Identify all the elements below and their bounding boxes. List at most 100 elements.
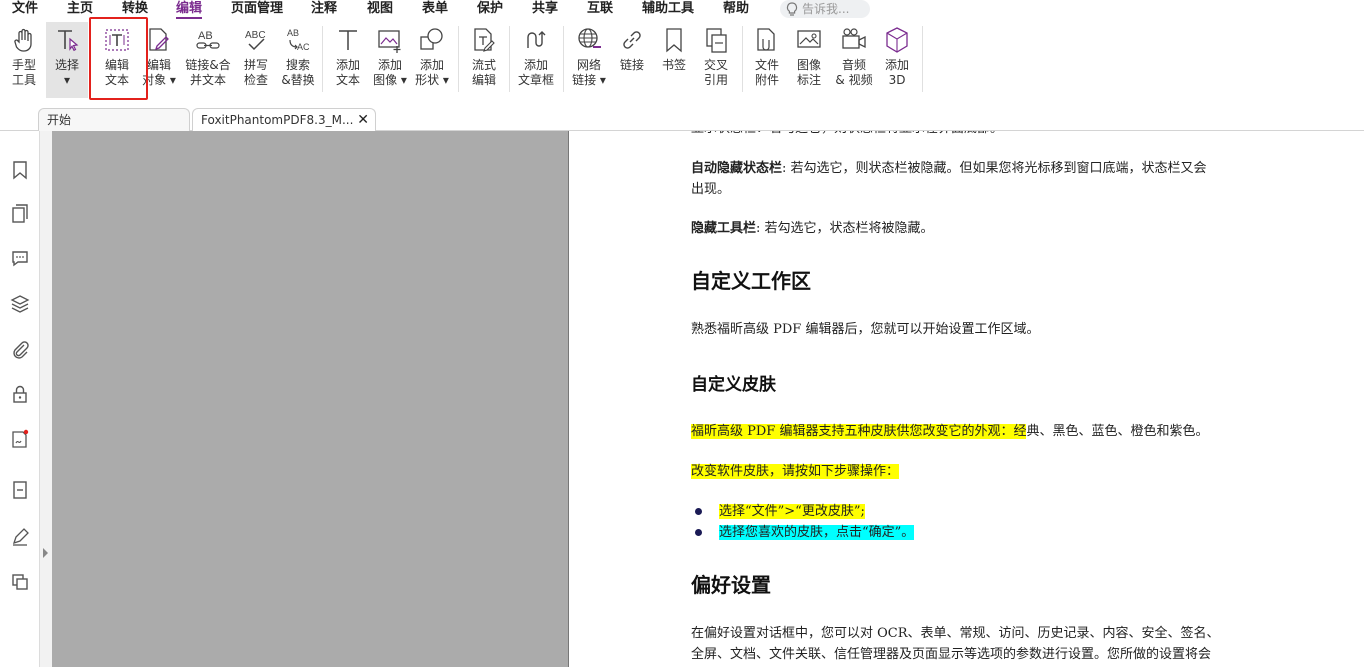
layers-panel-icon[interactable] bbox=[10, 294, 30, 314]
edit-object-label: 编辑 bbox=[146, 58, 171, 72]
file-attachment-button[interactable]: 文件 附件 bbox=[749, 22, 785, 98]
ribbon-separator bbox=[922, 26, 923, 92]
select-tool-caret: ▾ bbox=[63, 73, 71, 87]
edit-pen-panel-icon[interactable] bbox=[10, 527, 30, 547]
menu-file[interactable]: 文件 bbox=[12, 1, 38, 19]
web-link-label: 网络 bbox=[576, 58, 601, 72]
heading-custom-skin: 自定义皮肤 bbox=[691, 375, 776, 395]
auto-hide-text: : 若勾选它，则状态栏被隐藏。但如果您将光标移到窗口底端，状态栏又会 bbox=[782, 161, 1207, 176]
paragraph-preferences: 在偏好设置对话框中，您可以对 OCR、表单、常规、访问、历史记录、内容、安全、签… bbox=[691, 623, 1261, 665]
sidebar-collapse-handle[interactable] bbox=[40, 131, 52, 667]
tab-start[interactable]: 开始 bbox=[38, 108, 190, 131]
svg-text:ABC: ABC bbox=[245, 30, 266, 41]
paragraph-hide-toolbar: 隐藏工具栏: 若勾选它，状态栏将被隐藏。 bbox=[691, 218, 1261, 239]
add-3d-label: 添加 bbox=[884, 58, 909, 72]
term-auto-hide: 自动隐藏状态栏 bbox=[691, 161, 783, 176]
edit-text-label: 编辑 bbox=[104, 58, 129, 72]
tell-me-search[interactable]: 告诉我... bbox=[780, 0, 870, 18]
svg-text:AB: AB bbox=[287, 28, 299, 38]
menu-page-manage[interactable]: 页面管理 bbox=[231, 1, 283, 19]
image-markup-icon bbox=[797, 30, 821, 48]
menu-protect[interactable]: 保护 bbox=[477, 1, 503, 19]
skin-highlighted-text: 福昕高级 PDF 编辑器支持五种皮肤供您改变它的外观：经 bbox=[691, 424, 1027, 439]
hide-toolbar-text: : 若勾选它，状态栏将被隐藏。 bbox=[756, 221, 934, 236]
navigation-sidebar bbox=[0, 131, 40, 667]
compare-panel-icon[interactable] bbox=[10, 572, 30, 592]
cross-reference-button[interactable]: 交叉 引用 bbox=[698, 22, 734, 98]
audio-video-label: 音频 bbox=[841, 58, 866, 72]
add-image-label-2: 图像 ▾ bbox=[373, 73, 407, 87]
lightbulb-icon bbox=[786, 2, 798, 16]
menu-accessibility[interactable]: 辅助工具 bbox=[642, 1, 694, 19]
menu-help[interactable]: 帮助 bbox=[723, 1, 749, 19]
bullet-dot bbox=[695, 529, 702, 536]
heading-custom-workspace: 自定义工作区 bbox=[691, 269, 811, 293]
web-link-button[interactable]: 网络 链接 ▾ bbox=[569, 22, 609, 98]
edit-text-button[interactable]: 编辑 文本 bbox=[94, 22, 140, 98]
comments-panel-icon[interactable] bbox=[10, 248, 30, 268]
search-replace-button[interactable]: AB AC 搜索 &替换 bbox=[280, 22, 316, 98]
paragraph-show-statusbar: 显示状态栏：若勾选它，则状态栏将显示在界面底部。 bbox=[691, 131, 1261, 139]
tab-start-label: 开始 bbox=[47, 113, 72, 127]
menu-convert[interactable]: 转换 bbox=[122, 1, 148, 19]
menu-bar: 文件 主页 转换 编辑 页面管理 注释 视图 表单 保护 共享 互联 辅助工具 … bbox=[0, 0, 1364, 20]
link-icon bbox=[623, 31, 641, 49]
flow-edit-button[interactable]: 流式 编辑 bbox=[466, 22, 502, 98]
hand-tool-label-2: 工具 bbox=[11, 73, 36, 87]
signature-panel-icon[interactable] bbox=[10, 429, 30, 449]
pages-panel-icon[interactable] bbox=[10, 204, 30, 224]
file-attachment-icon bbox=[757, 28, 775, 51]
security-lock-icon[interactable] bbox=[10, 384, 30, 404]
bookmark-label: 书签 bbox=[661, 58, 686, 72]
document-tab-bar: 开始 FoxitPhantomPDF8.3_M... ✕ bbox=[0, 106, 1364, 131]
paragraph-skin-steps: 改变软件皮肤，请按如下步骤操作： bbox=[691, 461, 1261, 482]
spell-check-button[interactable]: ABC 拼写 检查 bbox=[238, 22, 274, 98]
menu-form[interactable]: 表单 bbox=[422, 1, 448, 19]
select-tool-button[interactable]: 选择 ▾ bbox=[46, 22, 88, 98]
image-markup-button[interactable]: 图像 标注 bbox=[790, 22, 828, 98]
menu-share[interactable]: 共享 bbox=[532, 1, 558, 19]
select-text-icon bbox=[58, 30, 79, 52]
search-replace-label-2: &替换 bbox=[281, 73, 315, 87]
search-replace-icon: AB AC bbox=[287, 28, 310, 52]
paragraph-workspace: 熟悉福昕高级 PDF 编辑器后，您就可以开始设置工作区域。 bbox=[691, 322, 1040, 337]
ribbon-toolbar: 手型 工具 选择 ▾ 编辑 文本 编辑 对象 ▾ AB 链接&合 并文本 ABC… bbox=[0, 20, 1364, 106]
close-tab-icon[interactable]: ✕ bbox=[357, 109, 369, 131]
link-merge-label: 链接&合 bbox=[185, 58, 231, 72]
document-panel-icon[interactable] bbox=[10, 480, 30, 500]
cross-reference-label: 交叉 bbox=[703, 58, 728, 72]
file-attachment-label-2: 附件 bbox=[754, 73, 779, 87]
flow-edit-label: 流式 bbox=[471, 58, 496, 72]
link-merge-text-button[interactable]: AB 链接&合 并文本 bbox=[183, 22, 233, 98]
audio-video-button[interactable]: 音频 & 视频 bbox=[834, 22, 874, 98]
bullet-dot bbox=[695, 508, 702, 515]
menu-view[interactable]: 视图 bbox=[367, 1, 393, 19]
hand-tool-button[interactable]: 手型 工具 bbox=[4, 22, 44, 98]
add-shape-button[interactable]: 添加 形状 ▾ bbox=[414, 22, 450, 98]
article-box-icon bbox=[527, 31, 546, 48]
attachments-panel-icon[interactable] bbox=[10, 339, 30, 359]
menu-connect[interactable]: 互联 bbox=[587, 1, 613, 19]
bookmark-button[interactable]: 书签 bbox=[656, 22, 692, 98]
expand-arrow-icon bbox=[43, 548, 48, 558]
add-article-box-label-2: 文章框 bbox=[517, 73, 554, 87]
edit-text-label-2: 文本 bbox=[104, 73, 129, 87]
add-text-button[interactable]: 添加 文本 bbox=[330, 22, 366, 98]
add-article-box-label: 添加 bbox=[523, 58, 548, 72]
add-article-box-button[interactable]: 添加 文章框 bbox=[515, 22, 557, 98]
add-image-button[interactable]: 添加 图像 ▾ bbox=[371, 22, 409, 98]
step1-text: 选择“文件”>“更改皮肤”; bbox=[719, 504, 865, 519]
menu-comment[interactable]: 注释 bbox=[311, 1, 337, 19]
menu-home[interactable]: 主页 bbox=[67, 1, 93, 19]
tab-document[interactable]: FoxitPhantomPDF8.3_M... ✕ bbox=[192, 108, 376, 131]
bookmark-panel-icon[interactable] bbox=[10, 160, 30, 180]
edit-object-icon bbox=[149, 28, 169, 51]
edit-object-button[interactable]: 编辑 对象 ▾ bbox=[142, 22, 176, 98]
link-button[interactable]: 链接 bbox=[614, 22, 650, 98]
ribbon-separator bbox=[563, 26, 564, 92]
add-3d-button[interactable]: 添加 3D bbox=[879, 22, 915, 98]
add-text-label-2: 文本 bbox=[335, 73, 360, 87]
skin-rest-text: 典、黑色、蓝色、橙色和紫色。 bbox=[1026, 424, 1209, 439]
link-merge-icon: AB bbox=[196, 30, 220, 49]
menu-edit[interactable]: 编辑 bbox=[176, 1, 203, 19]
